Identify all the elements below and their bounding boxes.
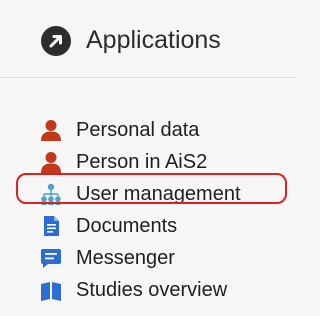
applications-title: Applications (86, 26, 221, 54)
studies-icon (41, 282, 61, 301)
menu-item-user-management[interactable]: User management (0, 178, 297, 210)
menu-item-label: Personal data (76, 119, 200, 141)
person-icon (41, 120, 61, 141)
menu-item-label: User management (76, 183, 241, 205)
menu-item-studies-overview[interactable]: Studies overview (0, 274, 297, 306)
menu-item-label: Person in AiS2 (76, 151, 208, 173)
header-divider (0, 77, 297, 78)
menu-item-label: Messenger (76, 247, 175, 269)
applications-panel: Applications Personal data Person in AiS… (0, 0, 297, 316)
org-chart-icon (41, 183, 61, 205)
menu-item-label: Studies overview (76, 279, 228, 301)
applications-menu: Personal data Person in AiS2 User manage… (0, 114, 297, 306)
menu-item-person-in-ais2[interactable]: Person in AiS2 (0, 146, 297, 178)
documents-icon (44, 216, 59, 236)
menu-item-messenger[interactable]: Messenger (0, 242, 297, 274)
applications-header: Applications (0, 0, 297, 77)
person-icon (41, 152, 61, 173)
menu-item-documents[interactable]: Documents (0, 210, 297, 242)
menu-item-label: Documents (76, 215, 178, 237)
chat-icon (41, 249, 61, 268)
menu-item-personal-data[interactable]: Personal data (0, 114, 297, 146)
arrow-circle-icon (41, 26, 71, 56)
